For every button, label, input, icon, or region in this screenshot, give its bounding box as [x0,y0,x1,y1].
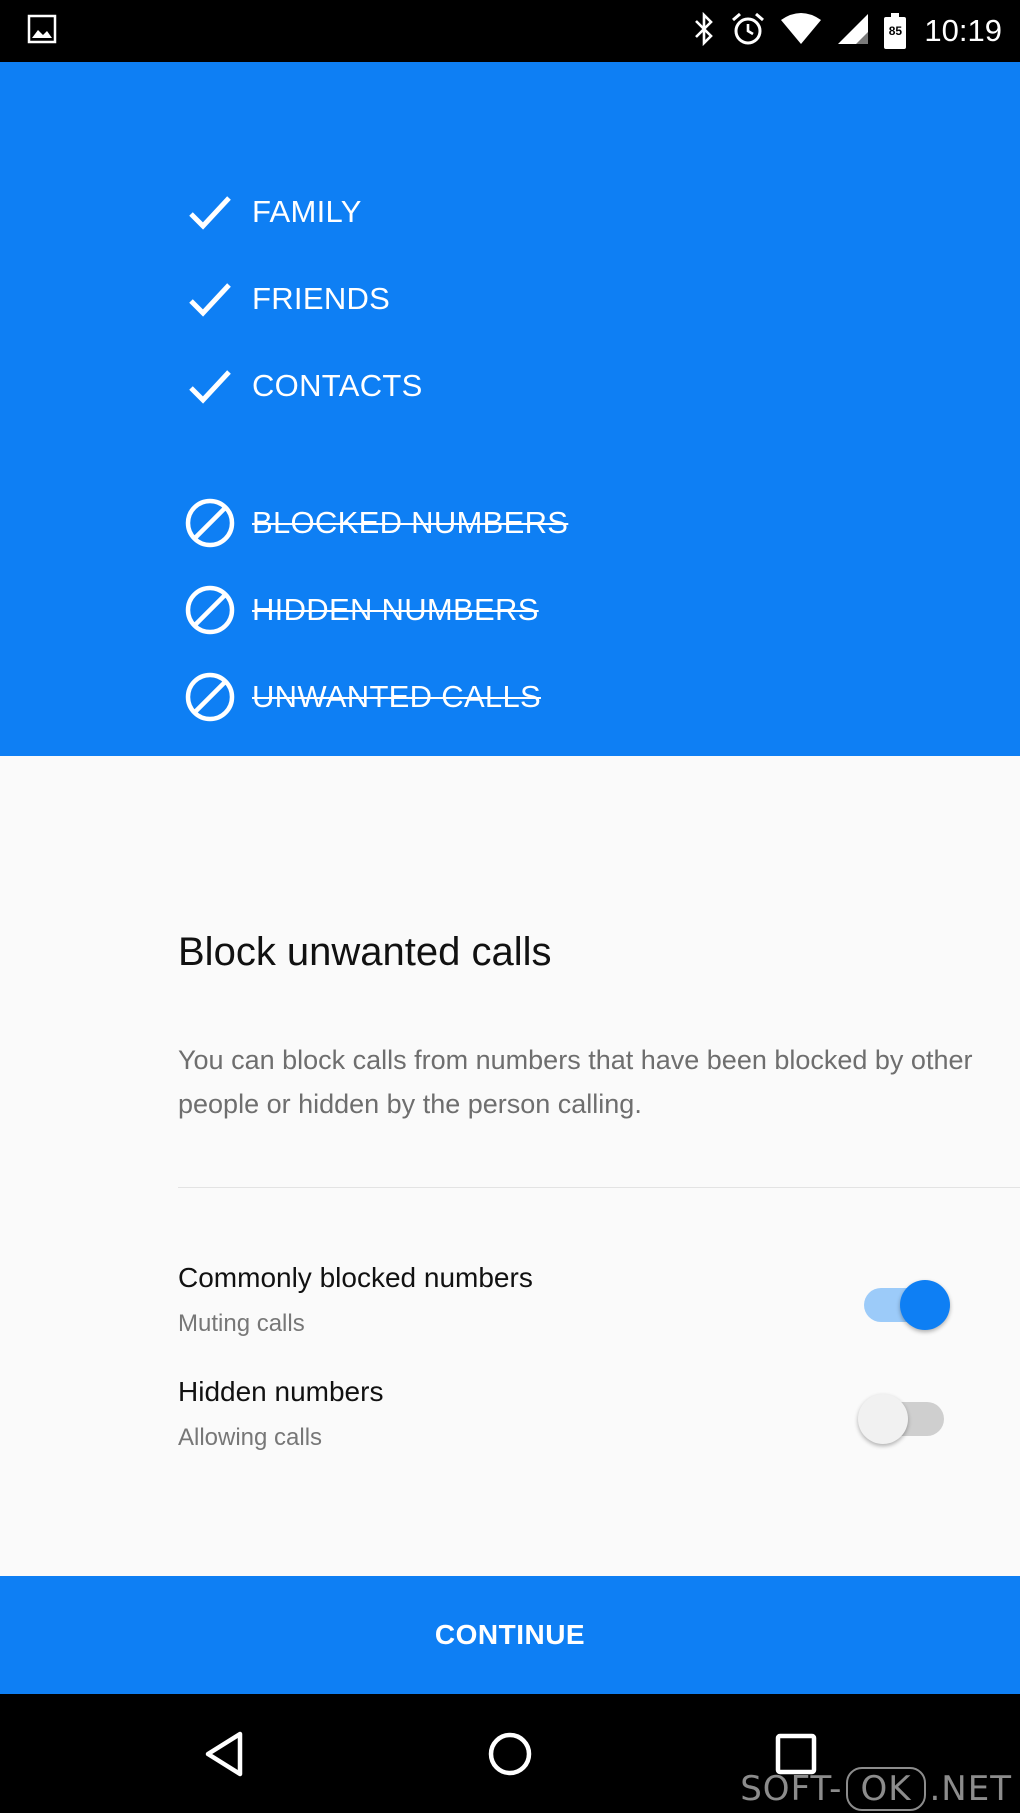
allowed-item-label: CONTACTS [252,368,423,403]
watermark-part2: OK [846,1767,926,1811]
block-icon [184,497,236,549]
allowed-item-friends: FRIENDS [184,273,390,325]
alarm-icon [730,11,766,52]
bluetooth-icon [692,11,716,51]
continue-button[interactable]: CONTINUE [0,1576,1020,1694]
watermark-part1: SOFT- [740,1769,843,1809]
block-icon [184,584,236,636]
setting-subtitle-hidden-numbers: Allowing calls [178,1424,323,1451]
commonly-blocked-toggle[interactable] [858,1272,950,1330]
page-title: Block unwanted calls [178,930,552,974]
setting-title-commonly-blocked: Commonly blocked numbers [178,1262,533,1293]
battery-icon: 85 [884,13,907,49]
hidden-numbers-toggle[interactable] [858,1386,950,1444]
battery-level: 85 [888,24,903,38]
blocked-item-unwanted-calls: UNWANTED CALLS [184,671,541,723]
signal-icon [836,12,870,51]
allowed-item-contacts: CONTACTS [184,360,423,412]
blocked-item-label: HIDDEN NUMBERS [252,592,539,627]
toggle-thumb [900,1280,950,1330]
status-bar: 85 10:19 [0,0,1020,62]
divider [178,1187,1020,1188]
wifi-icon [780,12,822,51]
hero-panel: FAMILY FRIENDS CONTACTS BLOCKED NUMBERS … [0,62,1020,756]
navigation-bar: SOFT- OK .NET [0,1694,1020,1813]
setting-title-hidden-numbers: Hidden numbers [178,1376,384,1407]
allowed-item-family: FAMILY [184,186,362,238]
blocked-item-blocked-numbers: BLOCKED NUMBERS [184,497,568,549]
check-icon [184,273,236,325]
watermark-part3: .NET [929,1769,1012,1809]
allowed-item-label: FAMILY [252,194,362,229]
setting-subtitle-commonly-blocked: Muting calls [178,1310,305,1337]
back-icon[interactable] [194,1724,254,1784]
settings-card [0,756,1020,1576]
check-icon [184,360,236,412]
clock: 10:19 [924,13,1002,48]
toggle-thumb [858,1394,908,1444]
gallery-icon [27,14,57,49]
allowed-item-label: FRIENDS [252,281,391,316]
blocked-item-hidden-numbers: HIDDEN NUMBERS [184,584,539,636]
home-icon[interactable] [480,1724,540,1784]
block-icon [184,671,236,723]
watermark: SOFT- OK .NET [740,1767,1012,1811]
check-icon [184,186,236,238]
blocked-item-label: UNWANTED CALLS [252,679,541,714]
blocked-item-label: BLOCKED NUMBERS [252,505,569,540]
page-description: You can block calls from numbers that ha… [178,1045,973,1119]
